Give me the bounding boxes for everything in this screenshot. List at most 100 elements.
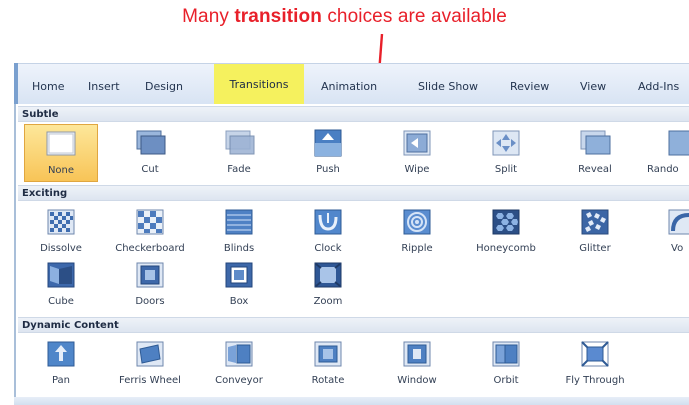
ribbon-tab-bar: Home Insert Design Transitions Animation… — [14, 63, 689, 107]
transition-label: Reveal — [578, 164, 612, 175]
tab-slide-show[interactable]: Slide Show — [418, 80, 478, 93]
pan-transition-icon — [47, 341, 75, 367]
conveyor-transition-icon — [225, 341, 253, 367]
ripple-transition-icon — [403, 209, 431, 235]
ferris-wheel-transition-icon — [136, 341, 164, 367]
tab-animation[interactable]: Animation — [321, 80, 377, 93]
transition-box[interactable]: Box — [202, 256, 276, 314]
transition-cube[interactable]: Cube — [24, 256, 98, 314]
transition-label: Rotate — [311, 375, 345, 386]
transition-label: Fade — [227, 164, 251, 175]
split-transition-icon — [492, 130, 520, 156]
orbit-transition-icon — [492, 341, 520, 367]
transition-window[interactable]: Window — [380, 335, 454, 393]
transition-label: Box — [229, 296, 249, 307]
transition-honeycomb[interactable]: Honeycomb — [469, 203, 543, 261]
transition-orbit[interactable]: Orbit — [469, 335, 543, 393]
transition-label: Glitter — [579, 243, 611, 254]
wipe-transition-icon — [403, 130, 431, 156]
transition-vortex[interactable]: Vo — [647, 203, 689, 261]
transition-blinds[interactable]: Blinds — [202, 203, 276, 261]
transition-label: Orbit — [493, 375, 519, 386]
transition-label: Zoom — [313, 296, 343, 307]
transition-label: Ferris Wheel — [119, 375, 181, 386]
tab-home[interactable]: Home — [32, 80, 64, 93]
transition-wipe[interactable]: Wipe — [380, 124, 454, 182]
doors-transition-icon — [136, 262, 164, 288]
transition-gallery: Subtle None Cut Fade Push Wipe Split Rev… — [14, 104, 689, 405]
random-bars-transition-icon — [668, 130, 689, 156]
transition-label: Blinds — [223, 243, 255, 254]
annotation-prefix: Many — [182, 6, 235, 27]
transition-push[interactable]: Push — [291, 124, 365, 182]
transition-zoom[interactable]: Zoom — [291, 256, 365, 314]
transition-label: Split — [494, 164, 518, 175]
transition-conveyor[interactable]: Conveyor — [202, 335, 276, 393]
transition-checkerboard[interactable]: Checkerboard — [113, 203, 187, 261]
ribbon-left-edge — [14, 63, 18, 105]
transition-label: Clock — [314, 243, 342, 254]
transition-ripple[interactable]: Ripple — [380, 203, 454, 261]
transition-cut[interactable]: Cut — [113, 124, 187, 182]
transition-glitter[interactable]: Glitter — [558, 203, 632, 261]
clock-transition-icon — [314, 209, 342, 235]
dissolve-transition-icon — [47, 209, 75, 235]
tab-review[interactable]: Review — [510, 80, 549, 93]
transition-fade[interactable]: Fade — [202, 124, 276, 182]
window-transition-icon — [403, 341, 431, 367]
transition-random-bars[interactable]: Rando — [647, 124, 689, 182]
honeycomb-transition-icon — [492, 209, 520, 235]
section-header-dynamic-content: Dynamic Content — [18, 317, 689, 333]
blinds-transition-icon — [225, 209, 253, 235]
rotate-transition-icon — [314, 341, 342, 367]
transition-label: Wipe — [404, 164, 430, 175]
zoom-transition-icon — [314, 262, 342, 288]
transition-label: Ripple — [401, 243, 433, 254]
transition-label: Cut — [141, 164, 159, 175]
transition-label: Checkerboard — [115, 243, 185, 254]
push-transition-icon — [314, 129, 342, 157]
fade-transition-icon — [225, 130, 255, 155]
tab-transitions[interactable]: Transitions — [214, 64, 304, 106]
transition-label: Doors — [135, 296, 165, 307]
tab-design[interactable]: Design — [145, 80, 183, 93]
transition-label: Cube — [48, 296, 74, 307]
transition-label: Window — [397, 375, 437, 386]
transition-split[interactable]: Split — [469, 124, 543, 182]
transition-none[interactable]: None — [24, 124, 98, 182]
transition-pan[interactable]: Pan — [24, 335, 98, 393]
glitter-transition-icon — [581, 209, 609, 235]
section-header-subtle: Subtle — [18, 106, 689, 122]
transition-doors[interactable]: Doors — [113, 256, 187, 314]
checkerboard-transition-icon — [136, 209, 164, 235]
transition-label: Vo — [671, 243, 684, 254]
transition-rotate[interactable]: Rotate — [291, 335, 365, 393]
transition-label: Fly Through — [565, 375, 625, 386]
transition-label: Conveyor — [215, 375, 263, 386]
gallery-bottom-edge — [14, 397, 689, 405]
cube-transition-icon — [47, 262, 75, 288]
fly-through-transition-icon — [581, 341, 609, 367]
transition-label: Honeycomb — [476, 243, 536, 254]
box-transition-icon — [225, 262, 253, 288]
annotation-caption: Many transition choices are available — [0, 6, 689, 28]
transition-label: Pan — [51, 375, 71, 386]
none-transition-icon — [46, 131, 76, 156]
tab-insert[interactable]: Insert — [88, 80, 120, 93]
transition-reveal[interactable]: Reveal — [558, 124, 632, 182]
transition-label: Dissolve — [40, 243, 82, 254]
annotation-suffix: choices are available — [321, 6, 507, 27]
transition-fly-through[interactable]: Fly Through — [558, 335, 632, 393]
tab-add-ins[interactable]: Add-Ins — [638, 80, 679, 93]
transition-ferris-wheel[interactable]: Ferris Wheel — [113, 335, 187, 393]
vortex-transition-icon — [668, 209, 689, 235]
transition-label: Push — [316, 164, 340, 175]
reveal-transition-icon — [580, 130, 611, 155]
transition-label: Rando — [647, 164, 679, 175]
section-header-exciting: Exciting — [18, 185, 689, 201]
transition-dissolve[interactable]: Dissolve — [24, 203, 98, 261]
cut-transition-icon — [136, 130, 166, 155]
tab-view[interactable]: View — [580, 80, 606, 93]
transition-clock[interactable]: Clock — [291, 203, 365, 261]
annotation-bold: transition — [234, 6, 322, 27]
